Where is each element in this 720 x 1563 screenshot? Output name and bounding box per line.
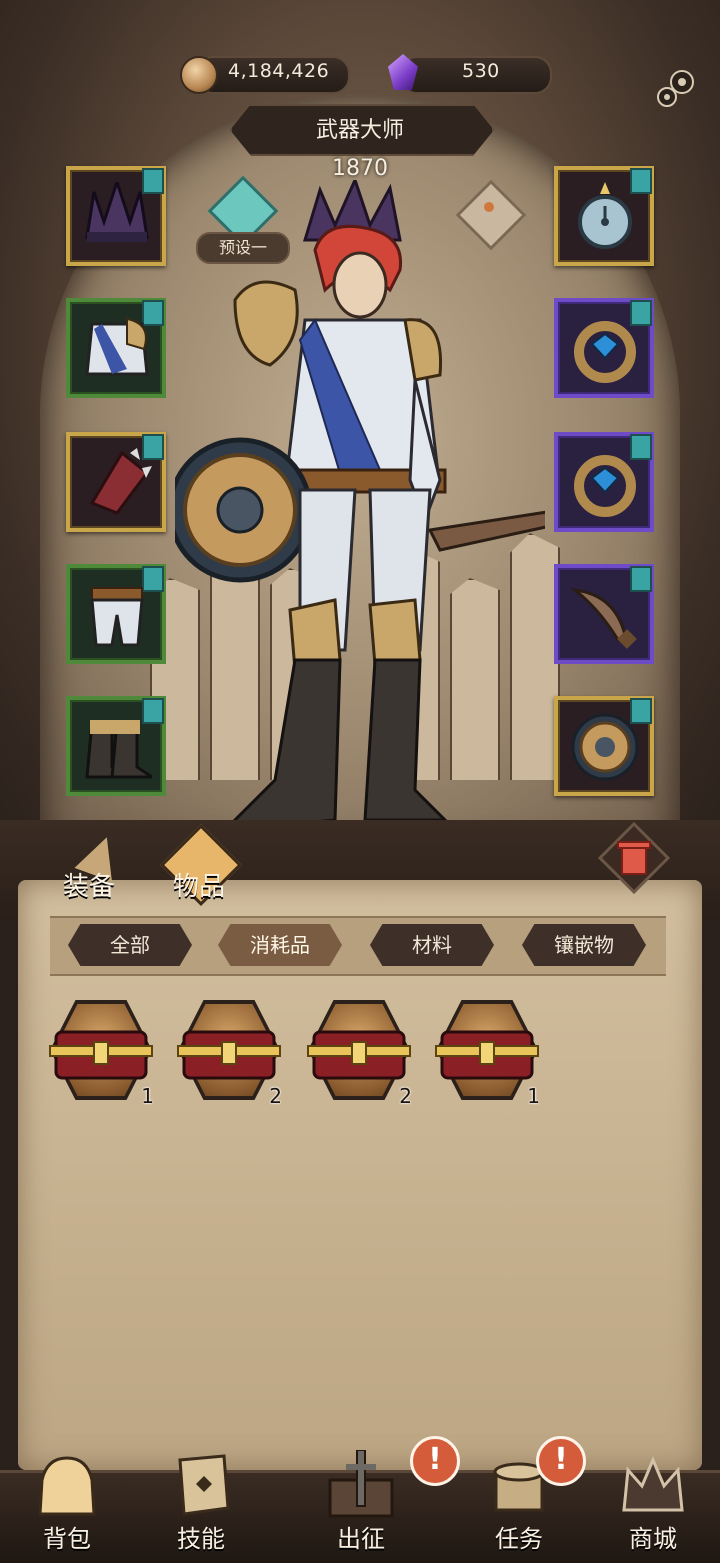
inventory-item[interactable]: 2 [170,1000,288,1108]
spiked-crown-icon [85,182,149,242]
ring-icon [574,455,636,517]
skill-book-icon [178,1454,230,1516]
hero-character [175,180,545,832]
equip-slot-pants[interactable] [66,564,166,664]
treasure-chest-icon [49,1030,153,1080]
pocket-watch-icon [578,182,632,249]
equip-slot-ring-2[interactable] [554,432,654,532]
item-count: 2 [269,1084,282,1108]
nav-skills-label: 技能 [177,1525,225,1553]
gauntlet-icon [89,448,152,515]
tab-equipment[interactable]: 装备 [40,836,138,926]
gem-amount: 530 [462,60,500,82]
filter-consumables[interactable]: 消耗品 [218,924,342,966]
tab-items[interactable]: 物品 [150,823,248,926]
tab-equipment-label: 装备 [62,872,115,902]
filter-gems[interactable]: 镶嵌物 [522,924,646,966]
equip-slot-gloves[interactable] [66,432,166,532]
equip-slot-accessory[interactable] [554,166,654,266]
equip-slot-ring-1[interactable] [554,298,654,398]
filter-all[interactable]: 全部 [68,924,192,966]
nav-skills[interactable]: 技能 [146,1440,256,1560]
filter-materials[interactable]: 材料 [370,924,494,966]
equip-slot-boots[interactable] [66,696,166,796]
nav-shop[interactable]: 商城 [598,1440,708,1560]
settings-gear-icon[interactable] [652,64,700,112]
coin-amount: 4,184,426 [228,60,330,82]
equip-slot-helmet[interactable] [66,166,166,266]
item-count: 1 [527,1084,540,1108]
boots-icon [85,720,152,779]
pants-icon [90,587,144,647]
treasure-chest-icon [307,1030,411,1080]
bag-icon [38,1456,96,1516]
tab-items-label: 物品 [172,872,225,902]
treasure-chest-icon [177,1030,281,1080]
item-count: 1 [141,1084,154,1108]
item-count: 2 [399,1084,412,1108]
skills-alert-icon: ! [410,1436,460,1486]
nav-bag[interactable]: 背包 [12,1440,122,1560]
inventory-item[interactable]: 1 [428,1000,546,1108]
sword-map-icon [328,1450,394,1518]
nav-shop-label: 商城 [629,1525,677,1553]
hero-power: 1870 [332,156,388,181]
nav-expedition-label: 出征 [337,1525,385,1553]
hero-title: 武器大师 [315,118,404,143]
inventory-item[interactable]: 2 [300,1000,418,1108]
inventory-item[interactable]: 1 [42,1000,160,1108]
crown-shop-icon [622,1456,684,1512]
nav-expedition[interactable]: 出征 [306,1440,416,1560]
shield-icon [571,713,639,781]
equip-slot-weapon[interactable] [554,564,654,664]
trash-icon[interactable] [598,822,670,894]
treasure-chest-icon [435,1030,539,1080]
dagger-icon [570,587,637,649]
armor-icon [85,317,149,376]
nav-bag-label: 背包 [43,1525,91,1553]
equip-slot-offhand[interactable] [554,696,654,796]
ring-icon [574,321,636,383]
nav-quests-label: 任务 [495,1525,543,1553]
equip-slot-armor[interactable] [66,298,166,398]
quests-alert-icon: ! [536,1436,586,1486]
coin-icon [180,56,218,94]
